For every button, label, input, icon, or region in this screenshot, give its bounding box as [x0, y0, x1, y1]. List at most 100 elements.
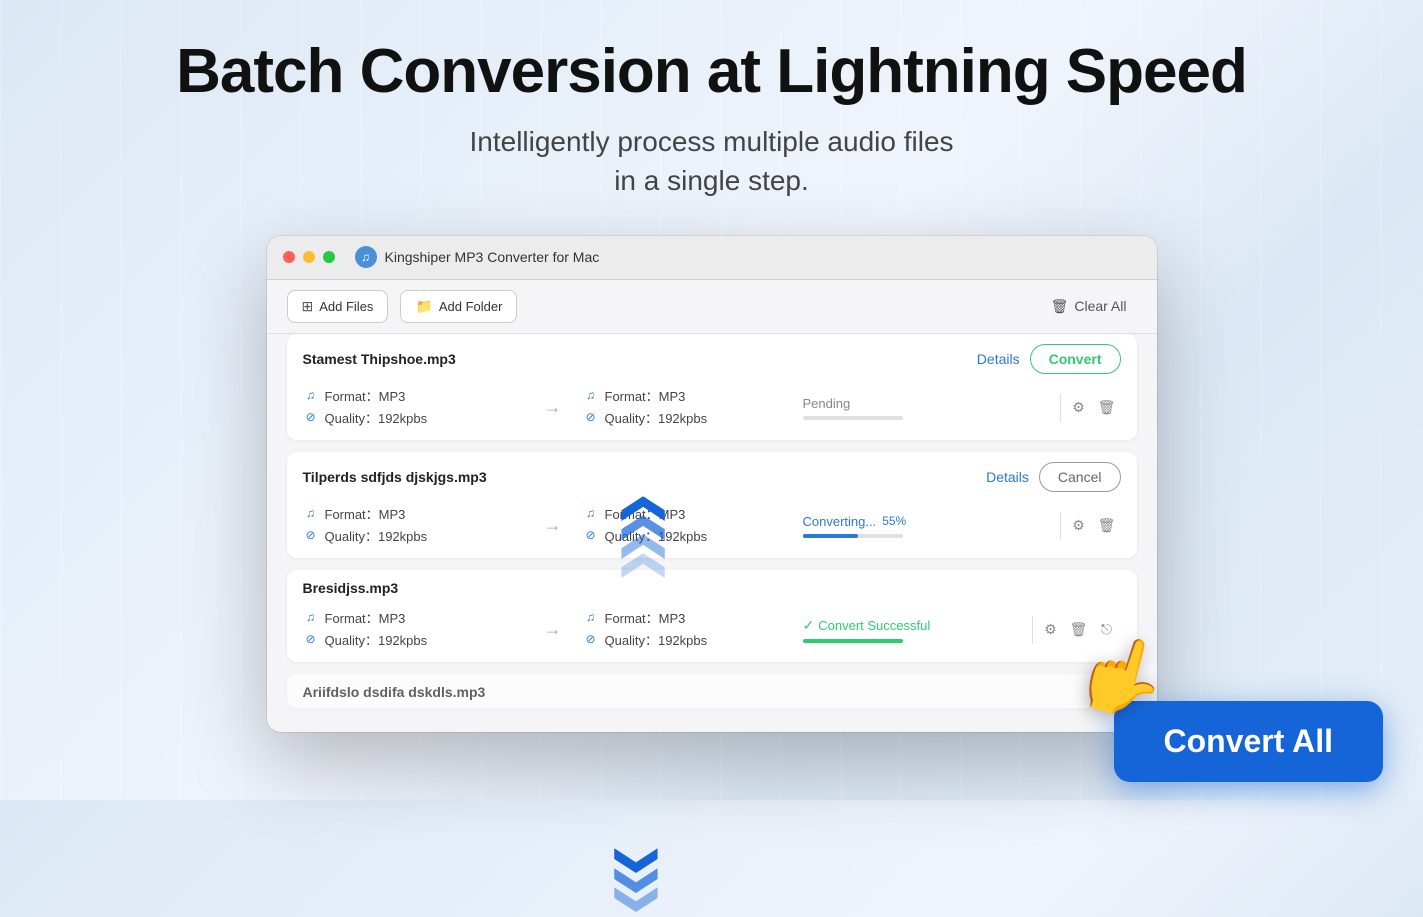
trash-icon: 🗑	[1051, 298, 1069, 315]
file-actions-1: Details Convert	[977, 344, 1121, 374]
music-icon-3: ♫	[303, 609, 319, 625]
quality-icon-out: ⊘	[583, 409, 599, 425]
progress-bar-bg-1	[803, 416, 903, 420]
open-folder-icon-3[interactable]: ⎋	[1093, 616, 1121, 644]
quality-icon-2: ⊘	[303, 527, 319, 543]
input-format-item-3: ♫ Format：MP3	[303, 608, 523, 627]
file-name-2: Tilperds sdfjds djskjgs.mp3	[303, 469, 487, 485]
progress-bar-fill-2	[803, 534, 858, 538]
traffic-light-red[interactable]	[283, 251, 295, 263]
settings-icon-1[interactable]: ⚙	[1065, 394, 1093, 422]
chevron-down-3: ❯	[627, 882, 652, 917]
output-format-item-2: ♫ Format：MP3	[583, 504, 803, 523]
trash-icon-3[interactable]: 🗑	[1065, 616, 1093, 644]
status-pending-1: Pending	[803, 396, 903, 411]
app-title-text: Kingshiper MP3 Converter for Mac	[385, 249, 600, 265]
file-details-row-3: ♫ Format：MP3 ⊘ Quality：192kpbs → ♫	[287, 604, 1137, 662]
arrow-col-2: →	[523, 515, 583, 536]
add-files-icon: ⊞	[302, 298, 314, 315]
add-files-button[interactable]: ⊞ Add Files	[287, 290, 389, 323]
settings-icon-2[interactable]: ⚙	[1065, 512, 1093, 540]
chevron-down-group: ❯ ❯ ❯	[622, 848, 657, 912]
status-converting-2: Converting...	[803, 514, 877, 529]
music-icon: ♫	[303, 387, 319, 403]
add-folder-button[interactable]: 📁 Add Folder	[400, 290, 517, 323]
progress-bar-bg-2	[803, 534, 903, 538]
divider-1	[1060, 394, 1061, 422]
file-item-3: Bresidjss.mp3 ♫ Format：MP3 ⊘ Quality：192…	[287, 570, 1137, 662]
status-col-3: ✓ Convert Successful	[803, 617, 1028, 643]
music-icon-out: ♫	[583, 387, 599, 403]
trash-icon-1[interactable]: 🗑	[1093, 394, 1121, 422]
input-quality-item-2: ⊘ Quality：192kpbs	[303, 526, 523, 545]
input-quality-item-3: ⊘ Quality：192kpbs	[303, 630, 523, 649]
file-item-2: Tilperds sdfjds djskjgs.mp3 Details Canc…	[287, 452, 1137, 558]
traffic-light-green[interactable]	[323, 251, 335, 263]
converting-area-2: Converting... 55%	[803, 514, 913, 538]
details-link-2[interactable]: Details	[986, 469, 1029, 485]
music-icon-out-2: ♫	[583, 505, 599, 521]
quality-icon: ⊘	[303, 409, 319, 425]
input-format-col-3: ♫ Format：MP3 ⊘ Quality：192kpbs	[303, 608, 523, 652]
app-title-area: ♫ Kingshiper MP3 Converter for Mac	[355, 246, 600, 268]
file-name-1: Stamest Thipshoe.mp3	[303, 351, 456, 367]
input-format-item-1: ♫ Format：MP3	[303, 386, 523, 405]
title-bar: ♫ Kingshiper MP3 Converter for Mac	[267, 236, 1157, 280]
chevron-down-2: ❯	[627, 862, 652, 897]
progress-bar-bg-3	[803, 639, 903, 643]
arrow-right-icon-2: →	[544, 515, 562, 536]
chevron-down-1: ❯	[627, 843, 652, 878]
file-name-4: Ariifdslo dsdifa dskdls.mp3	[303, 684, 486, 700]
quality-icon-out-2: ⊘	[583, 527, 599, 543]
trash-icon-2[interactable]: 🗑	[1093, 512, 1121, 540]
quality-icon-out-3: ⊘	[583, 631, 599, 647]
add-folder-icon: 📁	[415, 298, 432, 315]
file-header-1: Stamest Thipshoe.mp3 Details Convert	[287, 334, 1137, 382]
file-details-row-1: ♫ Format：MP3 ⊘ Quality：192kpbs → ♫	[287, 382, 1137, 440]
status-success-3: ✓ Convert Successful	[803, 617, 943, 634]
app-icon: ♫	[355, 246, 377, 268]
input-format-col-2: ♫ Format：MP3 ⊘ Quality：192kpbs	[303, 504, 523, 548]
subtitle: Intelligently process multiple audio fil…	[176, 122, 1247, 200]
file-header-2: Tilperds sdfjds djskjgs.mp3 Details Canc…	[287, 452, 1137, 500]
quality-icon-3: ⊘	[303, 631, 319, 647]
progress-bar-fill-3	[803, 639, 903, 643]
divider-2	[1060, 512, 1061, 540]
convert-all-button[interactable]: Convert All	[1114, 701, 1384, 782]
file-actions-2: Details Cancel	[986, 462, 1120, 492]
output-format-item-3: ♫ Format：MP3	[583, 608, 803, 627]
details-link-1[interactable]: Details	[977, 351, 1020, 367]
convert-button-1[interactable]: Convert	[1030, 344, 1121, 374]
divider-3	[1032, 616, 1033, 644]
arrow-col-1: →	[523, 397, 583, 418]
output-quality-item-2: ⊘ Quality：192kpbs	[583, 526, 803, 545]
status-col-2: Converting... 55%	[803, 514, 1056, 538]
output-format-col-3: ♫ Format：MP3 ⊘ Quality：192kpbs	[583, 608, 803, 652]
settings-icon-3[interactable]: ⚙	[1037, 616, 1065, 644]
arrow-col-3: →	[523, 619, 583, 640]
percent-text-2: 55%	[882, 514, 906, 528]
arrow-right-icon: →	[544, 397, 562, 418]
file-name-3: Bresidjss.mp3	[303, 580, 399, 596]
file-list: Stamest Thipshoe.mp3 Details Convert ♫ F…	[267, 334, 1157, 732]
file-header-3: Bresidjss.mp3	[287, 570, 1137, 604]
output-format-col-2: ♫ Format：MP3 ⊘ Quality：192kpbs	[583, 504, 803, 548]
file-item-4: Ariifdslo dsdifa dskdls.mp3	[287, 674, 1137, 708]
traffic-light-yellow[interactable]	[303, 251, 315, 263]
header-section: Batch Conversion at Lightning Speed Inte…	[156, 0, 1267, 231]
output-quality-item-1: ⊘ Quality：192kpbs	[583, 408, 803, 427]
pending-area-1: Pending	[803, 396, 903, 420]
output-format-col-1: ♫ Format：MP3 ⊘ Quality：192kpbs	[583, 386, 803, 430]
status-col-1: Pending	[803, 396, 1056, 420]
app-window: ♫ Kingshiper MP3 Converter for Mac ⊞ Add…	[267, 236, 1157, 732]
file-item-1: Stamest Thipshoe.mp3 Details Convert ♫ F…	[287, 334, 1137, 440]
output-format-item-1: ♫ Format：MP3	[583, 386, 803, 405]
clear-all-button[interactable]: 🗑 Clear All	[1041, 292, 1137, 321]
app-container: ♫ Kingshiper MP3 Converter for Mac ⊞ Add…	[267, 236, 1157, 732]
output-quality-item-3: ⊘ Quality：192kpbs	[583, 630, 803, 649]
file-details-row-2: ♫ Format：MP3 ⊘ Quality：192kpbs → ♫	[287, 500, 1137, 558]
music-icon-out-3: ♫	[583, 609, 599, 625]
music-icon-2: ♫	[303, 505, 319, 521]
cancel-button-2[interactable]: Cancel	[1039, 462, 1121, 492]
arrow-right-icon-3: →	[544, 619, 562, 640]
